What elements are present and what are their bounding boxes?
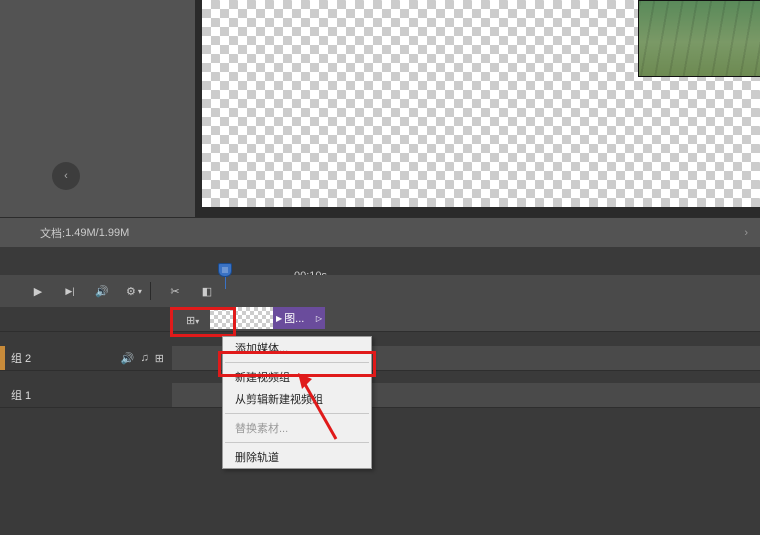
volume-icon[interactable]: 🔊: [121, 352, 135, 365]
film-icon[interactable]: ⊞▾: [186, 314, 199, 327]
transition-button[interactable]: ◧: [195, 279, 219, 303]
scissors-icon: ✂: [170, 285, 179, 298]
left-panel: ‹: [0, 0, 195, 217]
back-nav-button[interactable]: ‹: [52, 162, 80, 190]
menu-separator: [225, 413, 369, 414]
chevron-left-icon: ‹: [64, 170, 68, 182]
timeline-clip[interactable]: ▶ 图... ▷: [210, 307, 325, 329]
playhead-handle-icon[interactable]: [218, 263, 232, 277]
status-expand-icon[interactable]: ›: [744, 227, 750, 239]
volume-icon: 🔊: [95, 285, 109, 298]
clip-menu-icon[interactable]: ▷: [316, 314, 322, 323]
track-row[interactable]: 组 2 🔊 ♫ ⊞: [0, 346, 760, 371]
timeline-tracks: ▶ 图... ▷ 组 2 🔊 ♫ ⊞: [0, 307, 760, 408]
menu-separator: [225, 442, 369, 443]
menu-add-media[interactable]: 添加媒体...: [223, 337, 371, 359]
split-button[interactable]: ✂: [163, 279, 187, 303]
film-icon[interactable]: ⊞: [155, 352, 164, 365]
track-color-swatch[interactable]: [0, 346, 5, 370]
document-stage: [195, 0, 760, 217]
menu-separator: [225, 362, 369, 363]
clip-label: 图...: [284, 310, 304, 326]
menu-delete-track[interactable]: 删除轨道: [223, 446, 371, 468]
playhead[interactable]: [218, 263, 232, 289]
play-icon: ▶: [34, 285, 42, 298]
playhead-line: [225, 277, 226, 289]
track-row[interactable]: 组 1: [0, 383, 760, 408]
menu-new-video-group[interactable]: 新建视频组: [223, 366, 371, 388]
context-menu: 添加媒体... 新建视频组 从剪辑新建视频组 替换素材... 删除轨道: [222, 336, 372, 469]
next-frame-icon: ▶|: [65, 286, 74, 297]
menu-replace-material: 替换素材...: [223, 417, 371, 439]
settings-button[interactable]: ⚙▾: [122, 279, 146, 303]
track-color-swatch[interactable]: [0, 383, 5, 407]
music-icon[interactable]: ♫: [141, 352, 149, 365]
track-lane[interactable]: ▶ 图... ▷: [172, 307, 760, 331]
clip-play-icon: ▶: [276, 314, 282, 323]
status-bar: 文档: 1.49M/1.99M ›: [0, 217, 760, 247]
status-doc-size: 1.49M/1.99M: [65, 227, 129, 239]
next-frame-button[interactable]: ▶|: [58, 279, 82, 303]
play-button[interactable]: ▶: [26, 279, 50, 303]
video-preview-layer[interactable]: [638, 0, 760, 77]
clip-label-bar[interactable]: ▶ 图... ▷: [273, 307, 325, 329]
track-label: 组 1: [11, 387, 31, 403]
track-header: [0, 307, 172, 331]
mute-button[interactable]: 🔊: [90, 279, 114, 303]
transition-icon: ◧: [202, 285, 212, 298]
timeline-panel: 00:10s ▶ ▶| 🔊 ⚙▾ ✂ ◧ ▶ ▶ 图... ▷: [0, 247, 760, 535]
timeline-toolbar: ▶ ▶| 🔊 ⚙▾ ✂ ◧: [0, 275, 760, 307]
menu-new-from-clips[interactable]: 从剪辑新建视频组: [223, 388, 371, 410]
video-group-track[interactable]: ▶ 图... ▷: [0, 307, 760, 332]
track-label: 组 2: [11, 350, 31, 366]
gear-icon: ⚙: [126, 285, 136, 298]
clip-thumbnail: [210, 307, 273, 329]
status-doc-label: 文档:: [40, 225, 65, 241]
